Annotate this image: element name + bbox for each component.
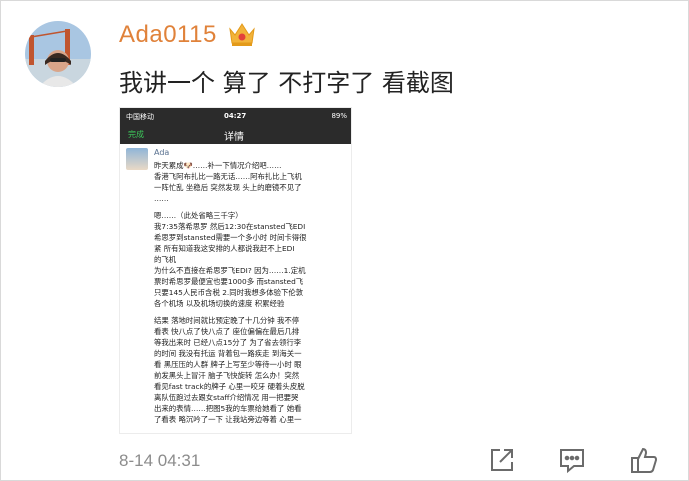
username[interactable]: Ada0115: [119, 21, 217, 49]
screenshot-line: 的时间 我没有托运 背着包一路疾走 到海关一: [154, 349, 302, 358]
avatar[interactable]: [25, 21, 91, 87]
done-button: 完成: [128, 130, 144, 139]
screenshot-line: 结果 落地时间就比预定晚了十几分钟 我不停: [154, 316, 300, 325]
screenshot-line: 嗯……（此处省略三千字）: [154, 211, 243, 220]
screenshot-line: 前发黑头上冒汗 脑子飞快旋转 怎么办！突然: [154, 371, 300, 380]
status-time: 04:27: [224, 112, 247, 120]
screenshot-line: 票时希思罗最便宜也要1000多 而stansted飞: [154, 277, 304, 286]
screenshot-line: 的飞机: [154, 255, 177, 264]
nav-title: 详情: [224, 132, 244, 143]
screenshot-line: 希思罗到stansted需要一个多小时 时间卡得很: [154, 233, 307, 242]
screenshot-body: 昨天累成🐶……补一下情况介绍吧…… 香港飞阿布扎比一路无话……阿布扎比上飞机 一阵忙…: [154, 160, 350, 425]
battery-level: 89%: [331, 112, 347, 120]
screenshot-line: 离队伍跑过去跟女staff介绍情况 用一把要哭: [154, 393, 299, 402]
screenshot-line: 各个机场 以及机场切换的速度 积累经验: [154, 299, 285, 308]
phone-status-bar: 中国移动 04:27 89%: [120, 108, 351, 124]
screenshot-line: 我7:35落希思罗 然后12:30在stansted飞EDI: [154, 222, 306, 231]
screenshot-author: Ada: [154, 148, 170, 157]
screenshot-line: ……: [154, 194, 169, 203]
screenshot-line: 紧 所有知道我这安排的人都说我赶不上EDI: [154, 244, 295, 253]
screenshot-line: 香港飞阿布扎比一路无话……阿布扎比上飞机: [154, 172, 302, 181]
phone-nav-bar: 完成 详情: [120, 124, 351, 144]
like-icon[interactable]: [629, 445, 659, 475]
screenshot-line: 等我出来时 已经八点15分了 为了省去领行李: [154, 338, 302, 347]
screenshot-line: 昨天累成🐶……补一下情况介绍吧……: [154, 161, 282, 170]
screenshot-line: 为什么不直接在希思罗飞EDI? 因为……1.定机: [154, 266, 306, 275]
screenshot-line: 只要145人民币含税 2.同时我想多体验下伦敦: [154, 288, 304, 297]
screenshot-line: 出来的表情……把图5我的车票给她看了 她看: [154, 404, 302, 413]
comment-text: 我讲一个 算了 不打字了 看截图: [119, 69, 454, 97]
screenshot-line: 看 黑压压的人群 牌子上写至少等待一小时 眼: [154, 360, 302, 369]
screenshot-line: 了看表 略沉吟了一下 让我站旁边等着 心里一: [154, 415, 302, 424]
screenshot-line: 一阵忙乱 坐稳后 突然发现 头上的磨镜不见了: [154, 183, 302, 192]
comment-timestamp: 8-14 04:31: [119, 451, 201, 470]
attached-screenshot[interactable]: 中国移动 04:27 89% 完成 详情 Ada 昨天累成🐶……补一下情况介绍吧…: [119, 107, 352, 434]
screenshot-line: 看见fast track的牌子 心里一咬牙 硬着头皮脱: [154, 382, 305, 391]
crown-icon: [227, 19, 257, 49]
carrier-label: 中国移动: [126, 113, 154, 121]
share-icon[interactable]: [487, 445, 517, 475]
comment-icon[interactable]: [557, 445, 587, 475]
screenshot-line: 看表 快八点了快八点了 座位偏偏在最后几排: [154, 327, 300, 336]
comment-card: Ada0115 我讲一个 算了 不打字了 看截图 中国移动 04:27 89% …: [0, 0, 689, 481]
screenshot-avatar: [126, 148, 148, 170]
